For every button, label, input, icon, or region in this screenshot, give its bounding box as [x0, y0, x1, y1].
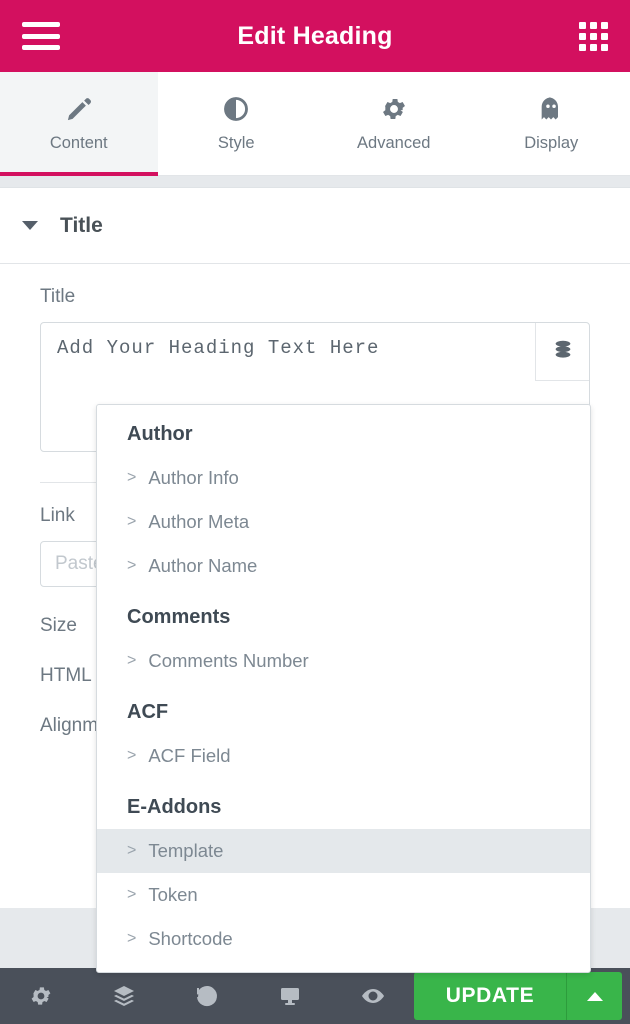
panel-tabs: Content Style Advanced Display	[0, 72, 630, 176]
grid-cell	[601, 43, 608, 51]
chevron-right-icon: >	[127, 747, 137, 764]
dropdown-item-label: Author Name	[148, 555, 258, 576]
panel-header: Edit Heading	[0, 0, 630, 72]
dropdown-item-acf-field[interactable]: > ACF Field	[97, 734, 590, 778]
grid-cell	[579, 43, 586, 51]
section-header-title[interactable]: Title	[0, 188, 630, 264]
grid-cell	[579, 21, 586, 29]
section-title: Title	[60, 213, 103, 237]
responsive-monitor-icon[interactable]	[248, 984, 331, 1008]
hamburger-bar	[22, 22, 60, 27]
grid-cell	[590, 43, 597, 51]
dropdown-item-label: Template	[148, 840, 224, 861]
settings-gear-icon[interactable]	[0, 984, 83, 1008]
tab-content[interactable]: Content	[0, 72, 158, 176]
ghost-icon	[537, 94, 565, 124]
tab-label: Advanced	[357, 134, 431, 152]
dropdown-item-shortcode[interactable]: > Shortcode	[97, 917, 590, 961]
control-label-title: Title	[40, 286, 76, 307]
section-separator-band	[0, 176, 630, 188]
dropdown-item-comments-number[interactable]: > Comments Number	[97, 639, 590, 683]
hamburger-bar	[22, 45, 60, 50]
dropdown-item-label: Author Info	[148, 467, 239, 488]
caret-down-icon	[22, 221, 38, 230]
dropdown-item-author-name[interactable]: > Author Name	[97, 544, 590, 588]
grid-cell	[601, 32, 608, 40]
preview-eye-icon[interactable]	[331, 984, 414, 1008]
grid-cell	[579, 32, 586, 40]
dropdown-item-template[interactable]: > Template	[97, 829, 590, 873]
tab-advanced[interactable]: Advanced	[315, 72, 473, 175]
chevron-right-icon: >	[127, 557, 137, 574]
history-icon[interactable]	[166, 984, 249, 1008]
dropdown-item-label: Shortcode	[148, 928, 233, 949]
dropdown-group: E-Addons > Template > Token > Shortcode	[97, 778, 590, 961]
chevron-right-icon: >	[127, 930, 137, 947]
dropdown-group: Author > Author Info > Author Meta > Aut…	[97, 405, 590, 588]
hamburger-icon[interactable]	[22, 22, 60, 50]
dropdown-group-title: E-Addons	[127, 796, 222, 818]
chevron-right-icon: >	[127, 842, 137, 859]
dropdown-group: Comments > Comments Number	[97, 588, 590, 683]
dropdown-item-label: ACF Field	[148, 745, 231, 766]
grid-cell	[590, 21, 597, 29]
update-options-button[interactable]	[566, 972, 622, 1020]
dropdown-item-label: Author Meta	[148, 511, 250, 532]
database-stack-icon[interactable]	[535, 323, 589, 381]
dropdown-item-author-meta[interactable]: > Author Meta	[97, 500, 590, 544]
grid-cell	[601, 21, 608, 29]
gear-icon	[380, 94, 408, 124]
dropdown-item-author-info[interactable]: > Author Info	[97, 456, 590, 500]
panel-footer: UPDATE	[0, 968, 630, 1024]
dropdown-item-label: Token	[148, 884, 198, 905]
footer-icon-bar	[0, 984, 414, 1008]
tab-style[interactable]: Style	[158, 72, 316, 175]
dropdown-group-title: Comments	[127, 606, 231, 628]
layers-navigator-icon[interactable]	[83, 984, 166, 1008]
dropdown-group: ACF > ACF Field	[97, 683, 590, 778]
dropdown-group-title: Author	[127, 423, 193, 445]
pencil-icon	[65, 94, 93, 124]
elementor-panel: Edit Heading Content Style Advanced Disp…	[0, 0, 630, 1024]
hamburger-bar	[22, 33, 60, 39]
dropdown-item-label: Comments Number	[148, 650, 309, 671]
chevron-right-icon: >	[127, 886, 137, 903]
chevron-right-icon: >	[127, 513, 137, 530]
grid-apps-icon[interactable]	[579, 21, 608, 51]
dropdown-group-title: ACF	[127, 701, 169, 723]
dropdown-item-token[interactable]: > Token	[97, 873, 590, 917]
chevron-right-icon: >	[127, 652, 137, 669]
caret-up-icon	[586, 991, 603, 1001]
tab-label: Content	[49, 134, 108, 152]
tab-label: Display	[524, 134, 579, 152]
update-button[interactable]: UPDATE	[414, 972, 566, 1020]
contrast-icon	[222, 94, 250, 124]
dynamic-tags-dropdown[interactable]: Author > Author Info > Author Meta > Aut…	[96, 404, 591, 973]
chevron-right-icon: >	[127, 469, 137, 486]
tab-display[interactable]: Display	[473, 72, 630, 175]
grid-cell	[590, 32, 597, 40]
tab-label: Style	[217, 134, 255, 152]
page-title: Edit Heading	[237, 21, 393, 50]
